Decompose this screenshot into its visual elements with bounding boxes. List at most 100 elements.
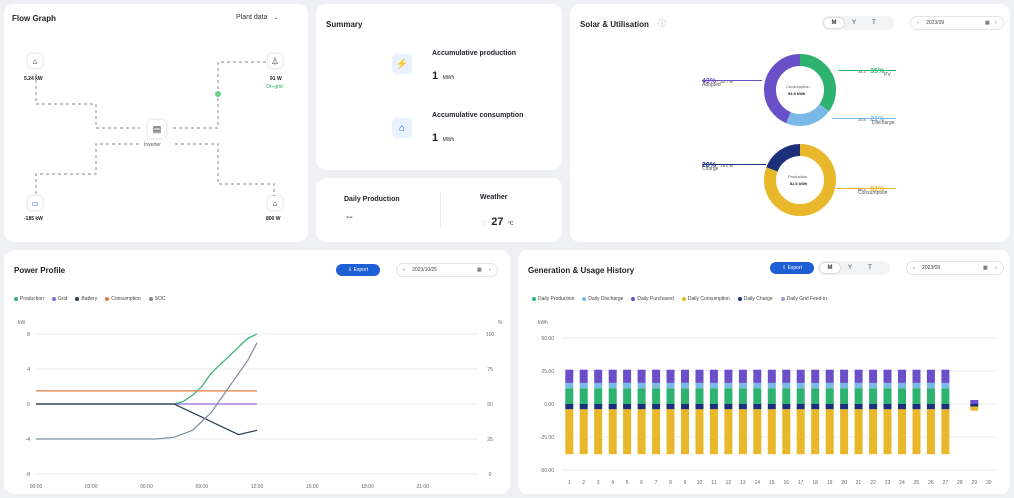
- bar-segment[interactable]: [594, 404, 603, 410]
- bar-segment[interactable]: [912, 409, 921, 455]
- tab-month[interactable]: M: [824, 18, 844, 28]
- bar-segment[interactable]: [565, 409, 574, 455]
- bar-segment[interactable]: [767, 404, 776, 410]
- bar-segment[interactable]: [738, 369, 747, 383]
- bar-segment[interactable]: [579, 382, 588, 389]
- bar-segment[interactable]: [854, 388, 863, 404]
- bar-segment[interactable]: [695, 369, 704, 383]
- chevron-right-icon[interactable]: ›: [995, 17, 997, 29]
- chevron-left-icon[interactable]: ‹: [917, 20, 919, 26]
- bar-segment[interactable]: [681, 369, 689, 383]
- legend-item[interactable]: Production: [14, 296, 44, 302]
- bar-segment[interactable]: [681, 404, 689, 410]
- bar-segment[interactable]: [854, 404, 863, 410]
- calendar-icon[interactable]: ▦: [985, 17, 990, 29]
- bar-segment[interactable]: [811, 369, 820, 383]
- chevron-left-icon[interactable]: ‹: [403, 267, 405, 273]
- bar-segment[interactable]: [883, 369, 892, 383]
- bar-segment[interactable]: [898, 369, 906, 383]
- bar-segment[interactable]: [796, 409, 805, 455]
- bar-segment[interactable]: [941, 382, 950, 389]
- bar-segment[interactable]: [840, 382, 849, 389]
- bar-segment[interactable]: [695, 382, 704, 389]
- grid-tower-icon[interactable]: ⏃: [268, 54, 282, 68]
- bar-segment[interactable]: [724, 404, 733, 410]
- bar-segment[interactable]: [623, 409, 632, 455]
- bar-segment[interactable]: [970, 400, 979, 404]
- bar-segment[interactable]: [825, 404, 834, 410]
- bar-segment[interactable]: [782, 382, 791, 389]
- bar-segment[interactable]: [695, 388, 704, 404]
- bar-segment[interactable]: [681, 409, 689, 455]
- bar-segment[interactable]: [854, 409, 863, 455]
- bar-segment[interactable]: [579, 404, 588, 410]
- bar-segment[interactable]: [926, 409, 935, 455]
- bar-segment[interactable]: [565, 388, 574, 404]
- bar-segment[interactable]: [796, 388, 805, 404]
- bar-segment[interactable]: [594, 369, 603, 383]
- bar-segment[interactable]: [738, 382, 747, 389]
- bar-segment[interactable]: [695, 409, 704, 455]
- bar-segment[interactable]: [898, 388, 906, 404]
- bar-segment[interactable]: [941, 388, 950, 404]
- bar-segment[interactable]: [767, 369, 776, 383]
- legend-item[interactable]: Daily Purchased: [631, 296, 674, 302]
- bar-segment[interactable]: [724, 382, 733, 389]
- tab-year[interactable]: Y: [844, 18, 864, 28]
- bar-segment[interactable]: [608, 369, 617, 383]
- bar-segment[interactable]: [724, 388, 733, 404]
- bar-segment[interactable]: [565, 369, 574, 383]
- bar-segment[interactable]: [970, 404, 979, 407]
- bar-segment[interactable]: [970, 406, 979, 411]
- export-button[interactable]: ⇩ Export: [336, 264, 380, 276]
- legend-item[interactable]: Daily Discharge: [582, 296, 623, 302]
- bar-segment[interactable]: [811, 382, 820, 389]
- tab-total[interactable]: T: [860, 263, 880, 273]
- bar-segment[interactable]: [840, 409, 849, 455]
- bar-segment[interactable]: [854, 369, 863, 383]
- bar-segment[interactable]: [767, 409, 776, 455]
- bar-segment[interactable]: [652, 382, 661, 389]
- power-date-picker[interactable]: ‹ 2023/10/25 ▦ ›: [396, 263, 498, 277]
- bar-segment[interactable]: [941, 369, 950, 383]
- tab-total[interactable]: T: [864, 18, 884, 28]
- bar-segment[interactable]: [912, 382, 921, 389]
- bar-segment[interactable]: [709, 382, 718, 389]
- bar-segment[interactable]: [753, 369, 762, 383]
- legend-item[interactable]: Daily Consumption: [681, 296, 730, 302]
- bar-segment[interactable]: [883, 388, 892, 404]
- bar-segment[interactable]: [623, 382, 632, 389]
- bar-segment[interactable]: [666, 369, 675, 383]
- bar-segment[interactable]: [767, 382, 776, 389]
- bar-segment[interactable]: [796, 382, 805, 389]
- bar-segment[interactable]: [898, 409, 906, 455]
- bar-segment[interactable]: [941, 404, 950, 410]
- legend-item[interactable]: Daily Charge: [737, 296, 773, 302]
- bar-segment[interactable]: [666, 404, 675, 410]
- battery-icon[interactable]: ▭: [28, 196, 42, 210]
- bar-segment[interactable]: [840, 369, 849, 383]
- bar-segment[interactable]: [825, 369, 834, 383]
- bar-segment[interactable]: [623, 388, 632, 404]
- legend-item[interactable]: Daily Production: [532, 296, 574, 302]
- bar-segment[interactable]: [608, 388, 617, 404]
- bar-segment[interactable]: [594, 382, 603, 389]
- bar-segment[interactable]: [796, 404, 805, 410]
- bar-segment[interactable]: [637, 404, 646, 410]
- bar-segment[interactable]: [666, 409, 675, 455]
- bar-segment[interactable]: [637, 409, 646, 455]
- bar-segment[interactable]: [926, 404, 935, 410]
- tab-year[interactable]: Y: [840, 263, 860, 273]
- bar-segment[interactable]: [724, 369, 733, 383]
- bar-segment[interactable]: [709, 388, 718, 404]
- bar-segment[interactable]: [709, 369, 718, 383]
- bar-segment[interactable]: [652, 404, 661, 410]
- bar-segment[interactable]: [608, 382, 617, 389]
- legend-item[interactable]: Daily Grid Feed-in: [780, 296, 827, 302]
- legend-item[interactable]: Grid: [51, 296, 67, 302]
- bar-segment[interactable]: [912, 369, 921, 383]
- solar-date-picker[interactable]: ‹ 2023/09 ▦ ›: [910, 16, 1004, 30]
- history-date-picker[interactable]: ‹ 2023/09 ▦ ›: [906, 261, 1004, 275]
- bar-segment[interactable]: [898, 382, 906, 389]
- bar-segment[interactable]: [883, 382, 892, 389]
